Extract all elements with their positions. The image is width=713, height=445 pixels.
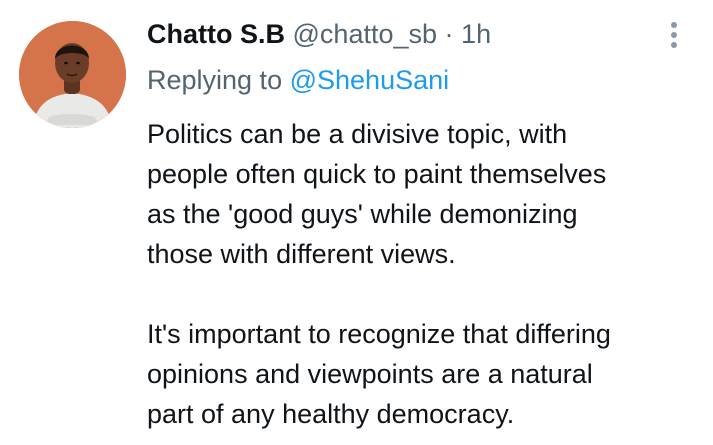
more-dot	[671, 42, 677, 48]
display-name[interactable]: Chatto S.B	[147, 19, 285, 49]
timestamp[interactable]: 1h	[461, 19, 491, 49]
replying-to-label: Replying to	[147, 65, 283, 95]
tweet: Chatto S.B @chatto_sb · 1h Replying to @…	[0, 0, 713, 445]
mention-link[interactable]: @ShehuSani	[290, 65, 450, 95]
avatar[interactable]	[19, 21, 126, 128]
user-handle[interactable]: @chatto_sb	[293, 19, 438, 49]
tweet-text: Politics can be a divisive topic, with p…	[147, 114, 702, 434]
more-options-icon[interactable]	[660, 20, 688, 50]
tweet-line: opinions and viewpoints are a natural	[147, 359, 593, 389]
tweet-header: Chatto S.B @chatto_sb · 1h	[147, 16, 491, 52]
tweet-line: as the 'good guys' while demonizing	[147, 199, 578, 229]
tweet-line: Politics can be a divisive topic, with	[147, 119, 568, 149]
tweet-line: those with different views.	[147, 239, 456, 269]
avatar-photo-icon	[19, 21, 126, 128]
separator-dot: ·	[444, 19, 454, 49]
tweet-line: people often quick to paint themselves	[147, 159, 607, 189]
tweet-line: It's important to recognize that differi…	[147, 319, 611, 349]
more-dot	[671, 22, 677, 28]
tweet-line: part of any healthy democracy.	[147, 399, 515, 429]
replying-to: Replying to @ShehuSani	[147, 62, 449, 98]
more-dot	[671, 32, 677, 38]
